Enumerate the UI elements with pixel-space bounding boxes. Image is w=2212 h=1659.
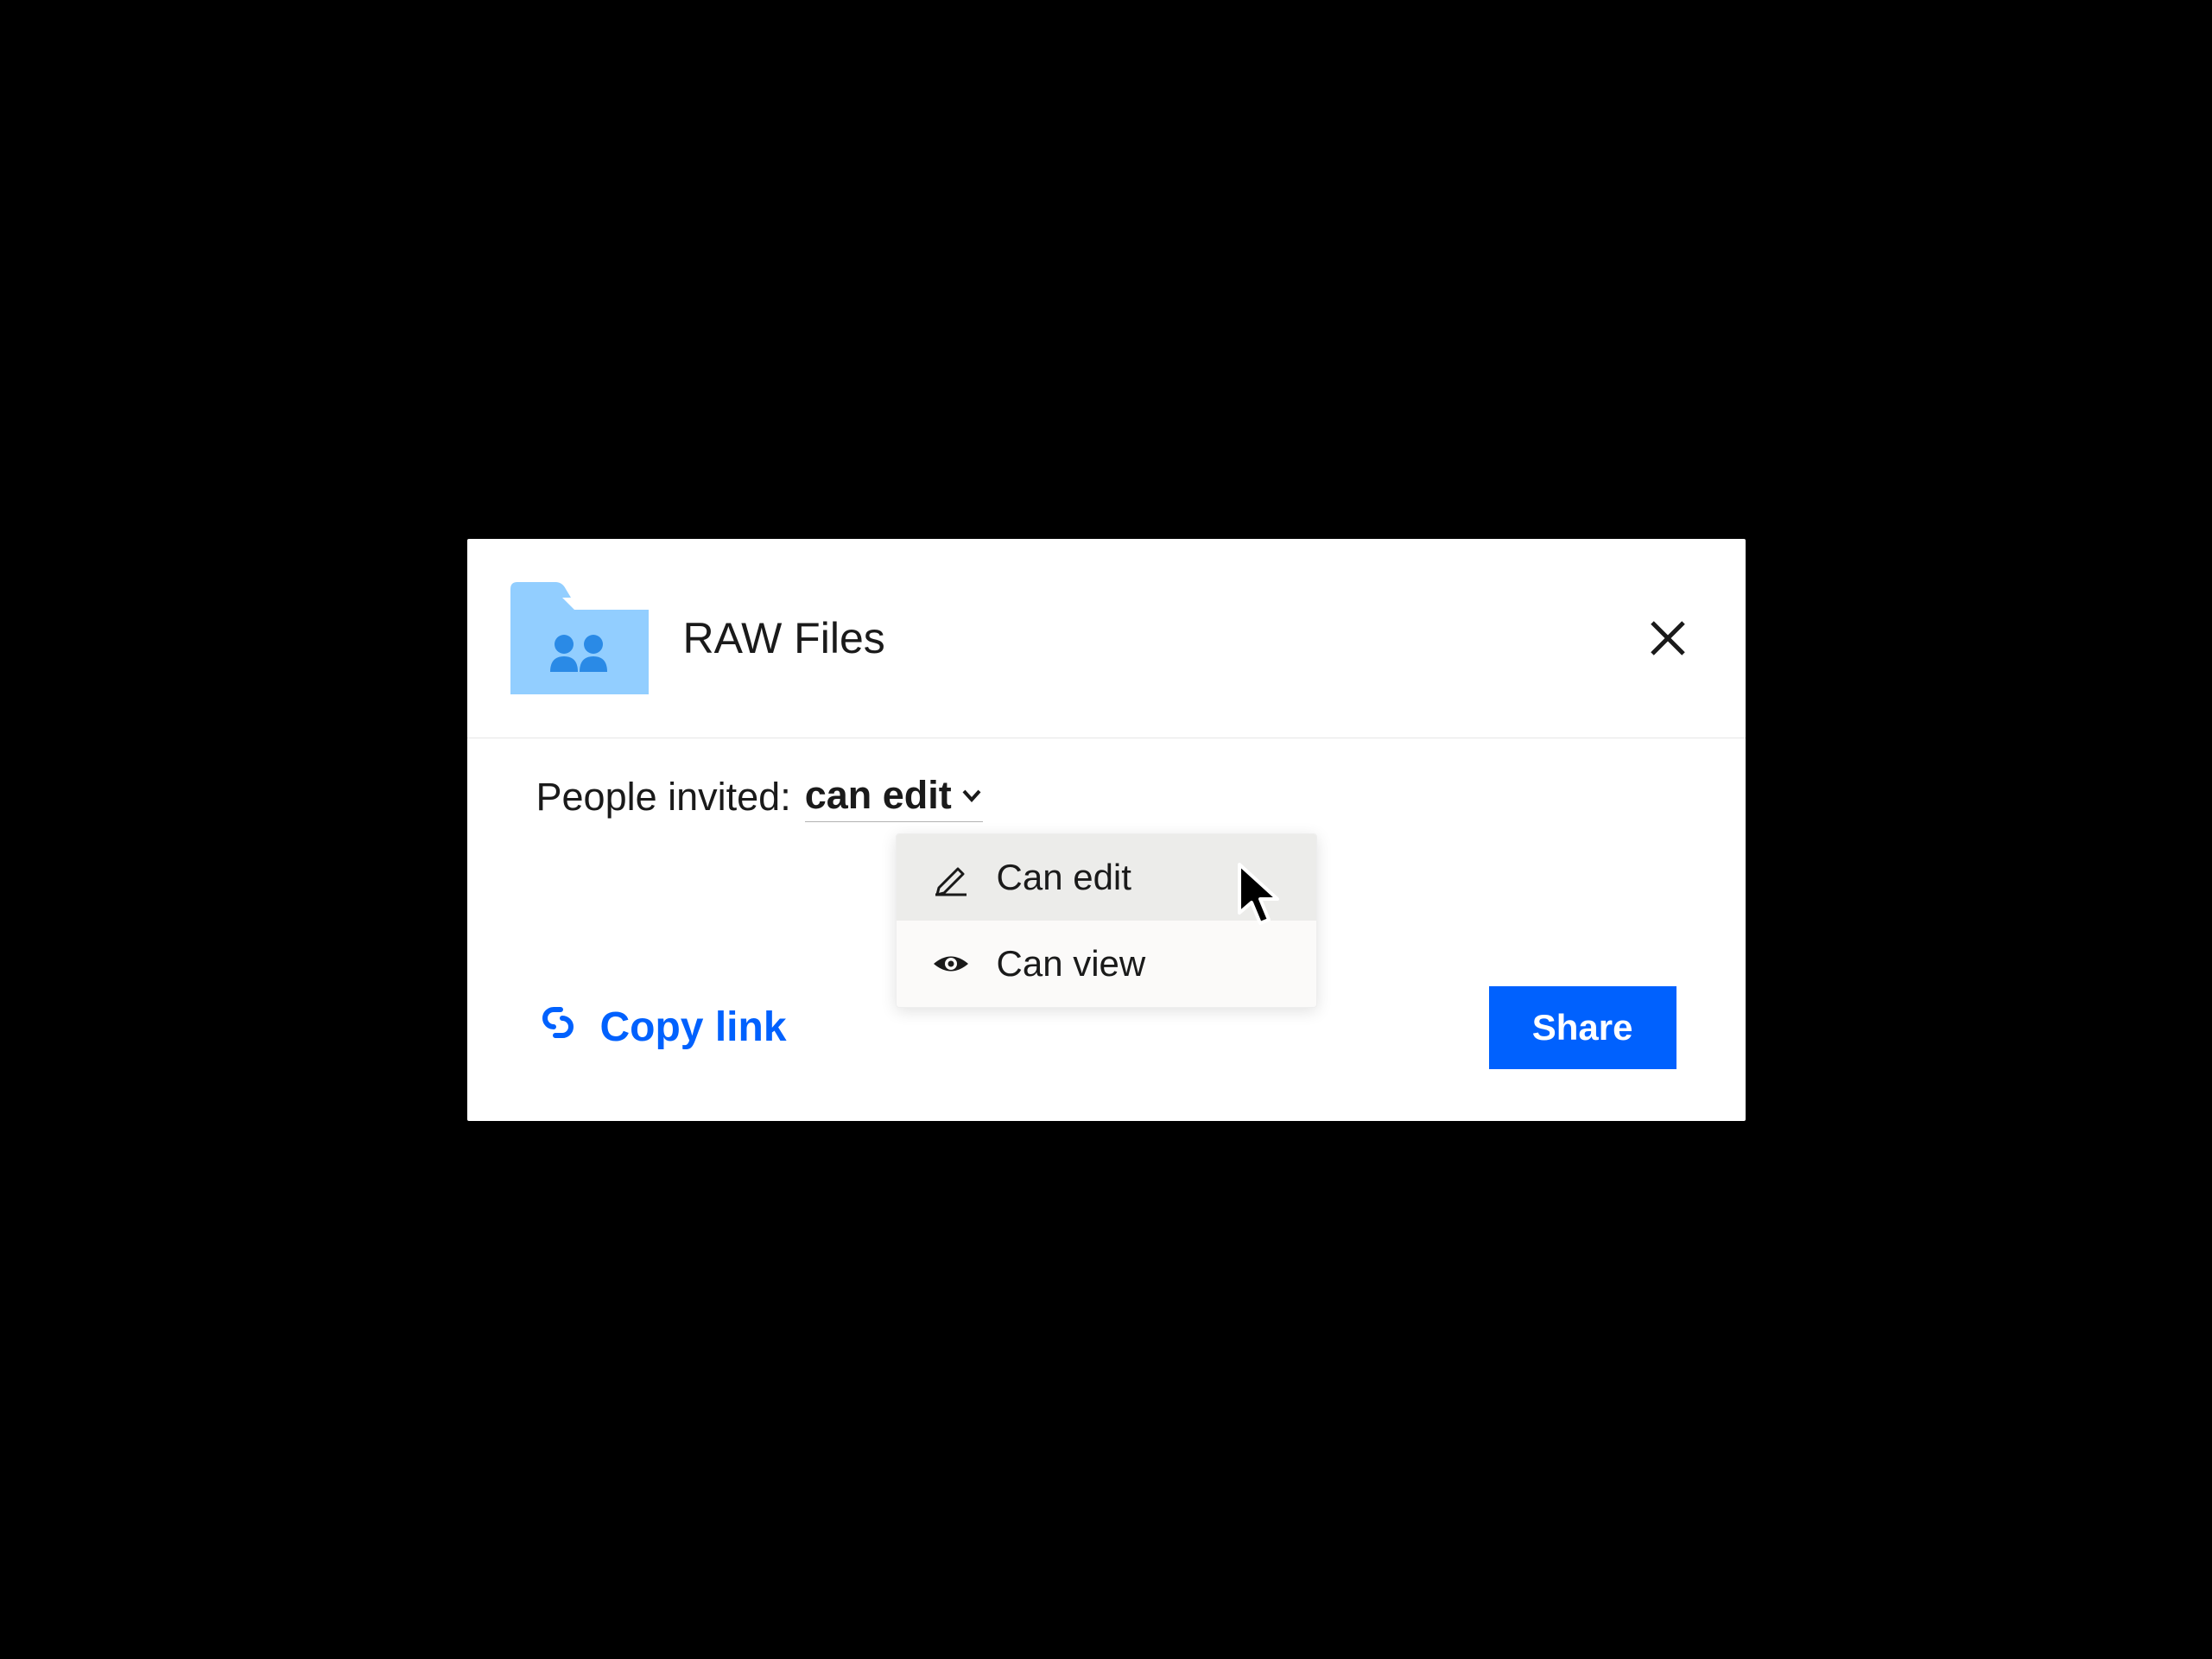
- permission-option-label: Can edit: [997, 857, 1131, 898]
- permission-dropdown-menu: Can edit Can view: [896, 833, 1317, 1008]
- copy-link-button[interactable]: Copy link: [536, 1001, 787, 1054]
- dialog-header: RAW Files: [467, 539, 1746, 738]
- invite-row: People invited: can edit: [536, 773, 1676, 822]
- permission-option-label: Can view: [997, 943, 1146, 985]
- permission-option-can-edit[interactable]: Can edit: [897, 834, 1316, 921]
- dialog-title: RAW Files: [683, 613, 1642, 663]
- pencil-icon: [931, 858, 971, 897]
- close-button[interactable]: [1642, 612, 1694, 664]
- share-button[interactable]: Share: [1489, 986, 1676, 1069]
- copy-link-label: Copy link: [600, 1004, 787, 1051]
- link-icon: [536, 1001, 580, 1054]
- chevron-down-icon: [960, 784, 983, 807]
- share-dialog: RAW Files People invited: can edit: [467, 539, 1746, 1121]
- eye-icon: [931, 944, 971, 984]
- close-icon: [1649, 619, 1687, 657]
- permission-dropdown-trigger[interactable]: can edit: [805, 773, 983, 822]
- permission-option-can-view[interactable]: Can view: [897, 921, 1316, 1007]
- permission-selected-text: can edit: [805, 773, 952, 818]
- invite-label: People invited:: [536, 775, 791, 820]
- shared-folder-icon: [510, 582, 649, 694]
- dialog-body: People invited: can edit Can edit: [467, 738, 1746, 1121]
